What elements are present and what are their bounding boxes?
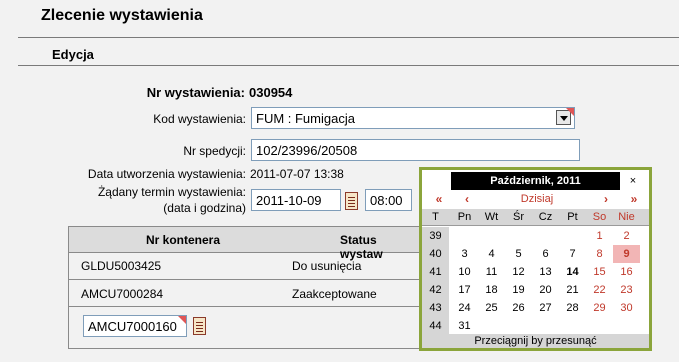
calendar-day[interactable]: 3: [451, 245, 478, 263]
kod-wystawienia-label: Kod wystawienia:: [153, 112, 246, 126]
calendar-day[interactable]: 25: [478, 299, 505, 317]
calendar-day[interactable]: 2: [613, 227, 640, 245]
day-header: Cz: [538, 211, 553, 223]
calendar-day[interactable]: 16: [613, 263, 640, 281]
calendar-day[interactable]: 20: [532, 281, 559, 299]
container-nr: GLDU5003425: [81, 259, 162, 273]
week-number: 42: [422, 281, 449, 299]
kod-wystawienia-value: FUM : Fumigacja: [256, 111, 355, 126]
calendar-day[interactable]: 30: [613, 299, 640, 317]
termin-time-input[interactable]: 08:00: [365, 189, 412, 211]
section-title: Edycja: [52, 47, 94, 62]
nr-wystawienia-value: 030954: [249, 85, 293, 100]
prev-month-button[interactable]: ‹: [460, 192, 474, 206]
table-row[interactable]: GLDU5003425 Do usunięcia: [69, 252, 419, 280]
calendar-day[interactable]: 11: [478, 263, 505, 281]
calendar-day[interactable]: 29: [586, 299, 613, 317]
calendar-day[interactable]: 9: [613, 245, 640, 263]
table-row[interactable]: AMCU7000284 Zaakceptowane: [69, 279, 419, 307]
calendar-day[interactable]: 21: [559, 281, 586, 299]
today-button[interactable]: Dzisiaj: [492, 192, 582, 206]
next-month-button[interactable]: ›: [599, 192, 613, 206]
table-header: Nr kontenera Status wystaw: [69, 227, 419, 261]
calendar-empty-cell: [478, 227, 505, 245]
calendar-day[interactable]: 26: [505, 299, 532, 317]
day-header: Wt: [484, 211, 499, 223]
day-header: Nie: [618, 211, 635, 223]
calendar-day[interactable]: 12: [505, 263, 532, 281]
calendar-day-header: T Pn Wt Śr Cz Pt So Nie: [422, 209, 649, 226]
day-header: Pn: [457, 211, 472, 223]
week-number: 40: [422, 245, 449, 263]
calendar-day[interactable]: 6: [532, 245, 559, 263]
calendar-empty-cell: [613, 317, 640, 335]
calendar-day[interactable]: 4: [478, 245, 505, 263]
page-title: Zlecenie wystawienia: [41, 7, 203, 24]
column-header-nr: Nr kontenera: [146, 233, 221, 247]
new-container-input[interactable]: AMCU7000160: [83, 315, 187, 337]
calendar-day[interactable]: 1: [586, 227, 613, 245]
calendar-drag-hint: Przeciągnij by przesunąć: [422, 334, 649, 348]
week-number: 39: [422, 227, 449, 245]
calendar-empty-cell: [505, 317, 532, 335]
calendar-empty-cell: [559, 227, 586, 245]
calendar-empty-cell: [478, 317, 505, 335]
calendar-day[interactable]: 31: [451, 317, 478, 335]
calendar-day[interactable]: 13: [532, 263, 559, 281]
nr-spedycji-label: Nr spedycji:: [183, 144, 246, 158]
calendar-empty-cell: [532, 317, 559, 335]
calendar-day[interactable]: 10: [451, 263, 478, 281]
calendar-day[interactable]: 24: [451, 299, 478, 317]
calendar-day[interactable]: 15: [586, 263, 613, 281]
calendar-day[interactable]: 28: [559, 299, 586, 317]
calendar-day[interactable]: 7: [559, 245, 586, 263]
calendar-empty-cell: [451, 227, 478, 245]
calendar-day[interactable]: 17: [451, 281, 478, 299]
notepad-icon[interactable]: [193, 317, 206, 335]
day-header: Pt: [567, 211, 578, 223]
day-header: So: [592, 211, 607, 223]
calendar-empty-cell: [559, 317, 586, 335]
next-year-button[interactable]: »: [627, 192, 641, 206]
calendar-day[interactable]: 5: [505, 245, 532, 263]
calendar-day[interactable]: 23: [613, 281, 640, 299]
chevron-down-icon[interactable]: [556, 110, 571, 125]
data-utworzenia-value: 2011-07-07 13:38: [250, 167, 344, 181]
calendar-empty-cell: [586, 317, 613, 335]
nr-spedycji-input[interactable]: 102/23996/20508: [251, 139, 580, 161]
calendar-day[interactable]: 19: [505, 281, 532, 299]
calendar-day[interactable]: 18: [478, 281, 505, 299]
termin-label: Żądany termin wystawienia:: [97, 185, 246, 199]
nr-wystawienia-label: Nr wystawienia:: [146, 85, 245, 100]
termin-date-input[interactable]: 2011-10-09: [251, 189, 341, 211]
week-number: 43: [422, 299, 449, 317]
divider: [18, 65, 679, 66]
day-header: Śr: [513, 211, 524, 223]
containers-table: Nr kontenera Status wystaw GLDU5003425 D…: [68, 226, 420, 349]
week-number: 41: [422, 263, 449, 281]
calendar-popup[interactable]: Październik, 2011 × « ‹ Dzisiaj › » T Pn…: [419, 167, 652, 351]
calendar-day[interactable]: 27: [532, 299, 559, 317]
calendar-month-title: Październik, 2011: [451, 172, 620, 190]
container-status: Do usunięcia: [292, 259, 362, 273]
close-icon[interactable]: ×: [622, 172, 644, 190]
data-utworzenia-label: Data utworzenia wystawienia:: [87, 167, 246, 181]
calendar-day[interactable]: 8: [586, 245, 613, 263]
calendar-icon[interactable]: [345, 192, 358, 210]
kod-wystawienia-select[interactable]: FUM : Fumigacja: [251, 107, 575, 129]
week-column-header: T: [432, 211, 439, 223]
container-status: Zaakceptowane: [292, 287, 377, 301]
calendar-empty-cell: [505, 227, 532, 245]
calendar-day[interactable]: 14: [559, 263, 586, 281]
divider: [18, 37, 679, 38]
calendar-empty-cell: [532, 227, 559, 245]
week-number: 44: [422, 317, 449, 335]
termin-sublabel: (data i godzina): [163, 201, 246, 215]
container-nr: AMCU7000284: [81, 287, 164, 301]
calendar-day[interactable]: 22: [586, 281, 613, 299]
prev-year-button[interactable]: «: [432, 192, 446, 206]
